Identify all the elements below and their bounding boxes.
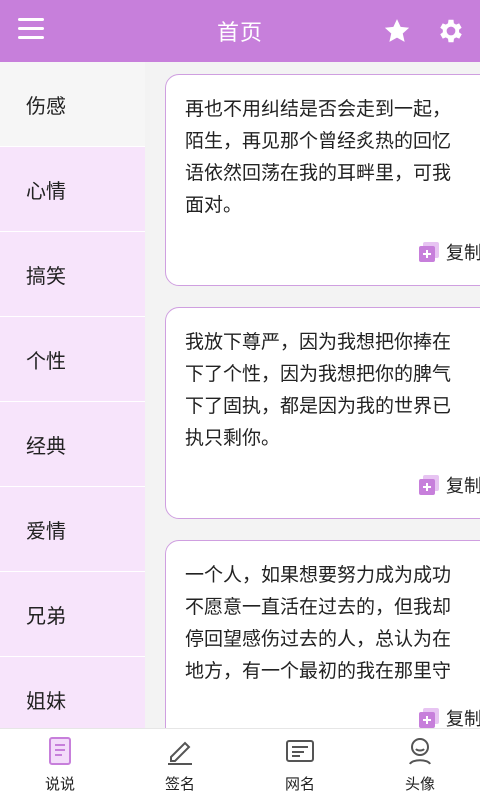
sidebar-item-personality[interactable]: 个性 <box>0 317 145 402</box>
pen-icon <box>168 741 192 765</box>
id-card-icon <box>286 740 314 762</box>
star-icon[interactable] <box>382 16 412 46</box>
copy-icon <box>419 242 439 262</box>
document-icon <box>49 737 71 765</box>
quote-card: 一个人，如果想要努力成为成功 不愿意一直活在过去的，但我却 停回望感伤过去的人，… <box>165 540 480 728</box>
sidebar-item-sad[interactable]: 伤感 <box>0 62 145 147</box>
copy-button[interactable]: 复制 <box>418 239 480 265</box>
category-sidebar: 伤感 心情 搞笑 个性 经典 爱情 兄弟 姐妹 <box>0 62 145 742</box>
quote-text: 一个人，如果想要努力成为成功 不愿意一直活在过去的，但我却 停回望感伤过去的人，… <box>185 564 452 682</box>
quote-text: 再也不用纠结是否会走到一起， 陌生，再见那个曾经炙热的回忆 语依然回荡在我的耳畔… <box>185 98 452 216</box>
quote-card: 我放下尊严，因为我想把你捧在 下了个性，因为我想把你的脾气 下了固执，都是因为我… <box>165 307 480 519</box>
sidebar-item-label: 爱情 <box>26 518 66 543</box>
sidebar-item-label: 经典 <box>26 433 66 458</box>
sidebar-item-label: 心情 <box>26 178 66 203</box>
sidebar-item-label: 兄弟 <box>26 603 66 628</box>
copy-icon <box>419 708 439 728</box>
sidebar-item-label: 搞笑 <box>26 263 66 288</box>
nav-label: 头像 <box>404 775 435 793</box>
copy-label: 复制 <box>446 709 480 728</box>
sidebar-item-mood[interactable]: 心情 <box>0 147 145 232</box>
nav-item-avatar[interactable]: 头像 <box>360 729 480 800</box>
copy-icon <box>419 475 439 495</box>
sidebar-item-classic[interactable]: 经典 <box>0 402 145 487</box>
gear-icon[interactable] <box>436 16 466 46</box>
sidebar-item-label: 姐妹 <box>26 688 66 713</box>
copy-label: 复制 <box>446 476 480 497</box>
bottom-nav: 说说 签名 网名 头像 <box>0 728 480 800</box>
menu-icon[interactable] <box>18 18 44 42</box>
sidebar-item-funny[interactable]: 搞笑 <box>0 232 145 317</box>
app-header: 首页 <box>0 0 480 62</box>
quote-card: 再也不用纠结是否会走到一起， 陌生，再见那个曾经炙热的回忆 语依然回荡在我的耳畔… <box>165 74 480 286</box>
sidebar-item-brothers[interactable]: 兄弟 <box>0 572 145 657</box>
sidebar-item-label: 个性 <box>26 348 66 373</box>
nav-item-posts[interactable]: 说说 <box>0 729 120 800</box>
copy-button[interactable]: 复制 <box>418 705 480 728</box>
nav-label: 签名 <box>164 775 195 793</box>
nav-label: 说说 <box>44 775 75 793</box>
page-title: 首页 <box>216 21 263 46</box>
copy-button[interactable]: 复制 <box>418 472 480 498</box>
sidebar-item-label: 伤感 <box>26 93 66 118</box>
nav-item-nickname[interactable]: 网名 <box>240 729 360 800</box>
quote-list: 再也不用纠结是否会走到一起， 陌生，再见那个曾经炙热的回忆 语依然回荡在我的耳畔… <box>145 62 480 728</box>
quote-text: 我放下尊严，因为我想把你捧在 下了个性，因为我想把你的脾气 下了固执，都是因为我… <box>185 331 452 449</box>
sidebar-item-love[interactable]: 爱情 <box>0 487 145 572</box>
nav-item-signature[interactable]: 签名 <box>120 729 240 800</box>
copy-label: 复制 <box>446 243 480 264</box>
avatar-icon <box>409 738 431 765</box>
nav-label: 网名 <box>284 775 315 793</box>
